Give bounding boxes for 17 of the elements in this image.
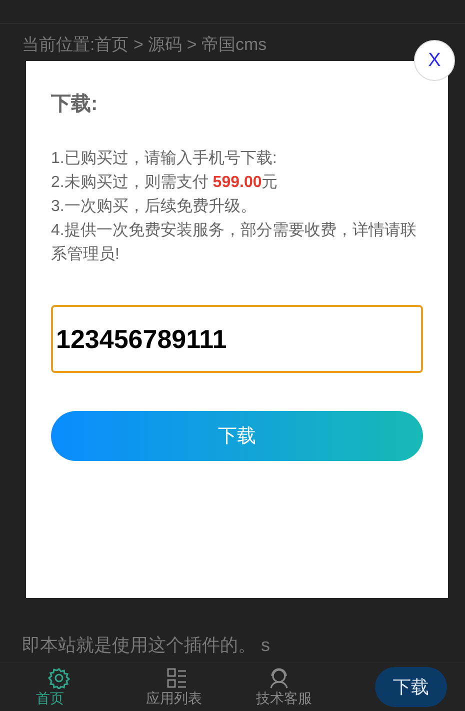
instruction-text: 3.一次购买，后续免费升级。	[51, 196, 258, 217]
instruction-text: 1.已购买过，请输入手机号下载:	[51, 148, 278, 169]
instruction-text: 2.未购买过，则需支付 599.00元	[51, 172, 279, 193]
nav-tab[interactable]: 技术客服	[256, 666, 366, 708]
headset-person-icon	[268, 666, 290, 688]
nav-tab[interactable]: 应用列表	[146, 666, 256, 708]
phone-input-field[interactable]: 123456789111	[51, 305, 423, 373]
breadcrumb: 当前位置:首页 > 源码 > 帝国cms	[22, 34, 267, 56]
gear-icon	[48, 666, 70, 688]
close-button[interactable]: X	[414, 40, 455, 81]
article-text: 即本站就是使用这个插件的。 s	[22, 634, 270, 656]
instruction-text: 4.提供一次免费安装服务，部分需要收费，详情请联系管理员!	[51, 220, 418, 265]
download-button[interactable]: 下载	[51, 411, 423, 461]
nav-tab[interactable]: 首页	[36, 666, 146, 708]
list-icon	[166, 666, 188, 688]
download-button[interactable]: 下载	[375, 667, 447, 707]
dialog-title: 下载:	[51, 92, 99, 117]
